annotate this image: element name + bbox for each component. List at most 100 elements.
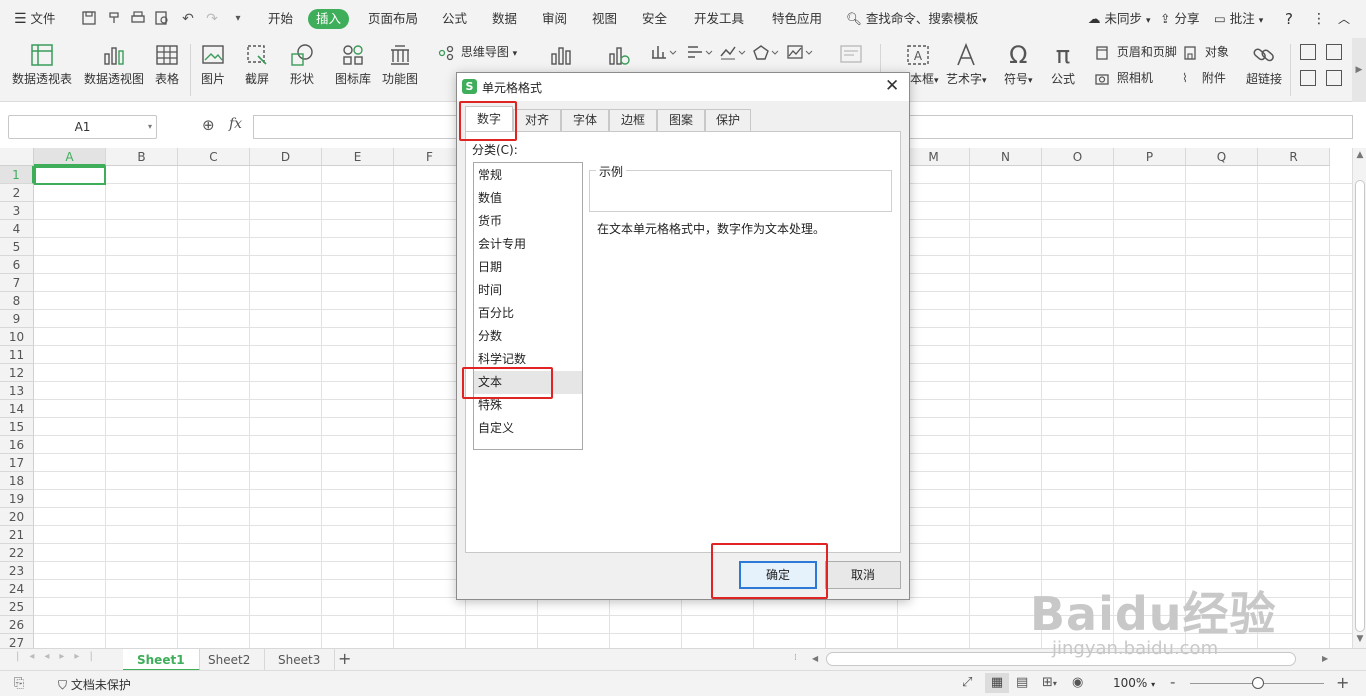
row-header-20[interactable]: 20 [0,508,34,526]
select-all-corner[interactable] [0,148,34,166]
category-currency[interactable]: 货币 [474,210,582,233]
tab-review[interactable]: 审阅 [542,9,567,29]
document-protect-status[interactable]: ⛉ 文档未保护 [58,676,131,693]
row-header-21[interactable]: 21 [0,526,34,544]
scroll-down-icon[interactable]: ▼ [1354,634,1366,646]
category-time[interactable]: 时间 [474,279,582,302]
comment-button[interactable]: ▭ 批注 ▾ [1214,9,1263,29]
zoom-level[interactable]: 100% ▾ [1113,676,1155,690]
row-header-8[interactable]: 8 [0,292,34,310]
chart-template-button[interactable] [838,42,864,68]
row-header-6[interactable]: 6 [0,256,34,274]
sheet-nav-icons[interactable]: |◂◂▸▸| [16,651,103,662]
command-search[interactable]: 🔍︎ 查找命令、搜索模板 [846,9,978,29]
object-button[interactable]: 对象 [1182,42,1229,62]
sheet-tab-sheet1[interactable]: Sheet1 [123,649,200,671]
mind-map-button[interactable]: 思维导图 ▾ [438,42,517,62]
row-header-1[interactable]: 1 [0,166,34,184]
share-button[interactable]: ⇪ 分享 [1160,9,1199,29]
art-text-button[interactable]: 艺术字▾ [946,42,987,88]
print-preview-icon[interactable] [153,10,171,28]
row-header-9[interactable]: 9 [0,310,34,328]
undo-icon[interactable]: ↶ [179,10,197,28]
collapse-ribbon-icon[interactable]: ︿ [1338,9,1350,29]
more-icon[interactable]: ⋮ [1312,9,1326,29]
fx-icon[interactable]: fx [229,116,242,132]
column-header-o[interactable]: O [1042,148,1114,166]
add-sheet-button[interactable]: + [338,649,351,669]
tab-home[interactable]: 开始 [268,9,293,29]
scroll-up-icon[interactable]: ▲ [1354,150,1366,162]
fullscreen-icon[interactable]: ⤢ [962,675,972,690]
sync-status[interactable]: ☁ 未同步 ▾ [1088,9,1151,29]
file-menu[interactable]: ☰ 文件 [14,9,56,29]
symbol-button[interactable]: Ω 符号▾ [1004,42,1033,88]
category-text[interactable]: 文本 [474,371,582,394]
tab-developer[interactable]: 开发工具 [694,9,744,29]
grid-small-icon[interactable] [1300,70,1316,86]
sheet-tab-sheet3[interactable]: Sheet3 [264,649,336,671]
tab-page-layout[interactable]: 页面布局 [368,9,418,29]
formula-button[interactable]: π 公式 [1050,42,1076,86]
pivot-chart-button[interactable]: 数据透视图 [84,42,144,86]
scroll-right-icon[interactable]: ▶ [1322,654,1328,663]
row-header-26[interactable]: 26 [0,616,34,634]
help-button[interactable]: ? [1285,9,1293,29]
row-header-3[interactable]: 3 [0,202,34,220]
attachment-button[interactable]: ⌇ 附件 [1182,68,1226,88]
column-header-n[interactable]: N [970,148,1042,166]
camera-button[interactable]: 照相机 [1094,68,1153,88]
macro-record-icon[interactable]: ⎘ [14,676,24,691]
row-header-17[interactable]: 17 [0,454,34,472]
zoom-out-button[interactable]: - [1170,673,1175,691]
row-header-13[interactable]: 13 [0,382,34,400]
tab-formulas[interactable]: 公式 [442,9,467,29]
tab-pattern[interactable]: 图案 [657,109,705,131]
column-header-q[interactable]: Q [1186,148,1258,166]
tab-special[interactable]: 特色应用 [772,9,822,29]
category-custom[interactable]: 自定义 [474,417,582,440]
cancel-button[interactable]: 取消 [825,561,901,589]
row-header-5[interactable]: 5 [0,238,34,256]
area-chart-button[interactable] [786,44,816,63]
textbox-small-icon[interactable] [1300,44,1316,60]
row-header-7[interactable]: 7 [0,274,34,292]
row-header-22[interactable]: 22 [0,544,34,562]
sheet-tab-sheet2[interactable]: Sheet2 [194,649,266,671]
category-date[interactable]: 日期 [474,256,582,279]
category-fraction[interactable]: 分数 [474,325,582,348]
close-icon[interactable]: ✕ [885,76,899,96]
row-header-23[interactable]: 23 [0,562,34,580]
row-header-18[interactable]: 18 [0,472,34,490]
hyperlink-button[interactable]: 超链接 [1246,42,1282,86]
column-header-e[interactable]: E [322,148,394,166]
row-header-24[interactable]: 24 [0,580,34,598]
tab-data[interactable]: 数据 [492,9,517,29]
normal-view-icon[interactable]: ▦ [985,673,1009,693]
row-header-25[interactable]: 25 [0,598,34,616]
row-header-27[interactable]: 27 [0,634,34,648]
ok-button[interactable]: 确定 [739,561,817,589]
line-chart-button[interactable] [719,44,749,63]
eye-protect-icon[interactable]: ◉ [1072,675,1083,690]
name-box[interactable]: A1 ▾ [8,115,157,139]
page-layout-view-icon[interactable]: ⊞▾ [1042,675,1057,690]
row-header-14[interactable]: 14 [0,400,34,418]
row-header-10[interactable]: 10 [0,328,34,346]
row-header-19[interactable]: 19 [0,490,34,508]
save-icon[interactable] [80,10,98,28]
tab-border[interactable]: 边框 [609,109,657,131]
scroll-left-icon[interactable]: ◀ [812,654,818,663]
tab-font[interactable]: 字体 [561,109,609,131]
category-general[interactable]: 常规 [474,164,582,187]
online-chart-button[interactable] [605,42,631,68]
column-chart-button[interactable] [650,44,680,63]
row-header-15[interactable]: 15 [0,418,34,436]
split-handle-icon[interactable]: ⁞ [794,653,797,663]
tab-number[interactable]: 数字 [465,106,513,132]
page-break-view-icon[interactable]: ▤ [1016,675,1028,690]
column-header-b[interactable]: B [106,148,178,166]
active-cell-a1[interactable] [34,166,106,185]
column-header-p[interactable]: P [1114,148,1186,166]
category-special[interactable]: 特殊 [474,394,582,417]
